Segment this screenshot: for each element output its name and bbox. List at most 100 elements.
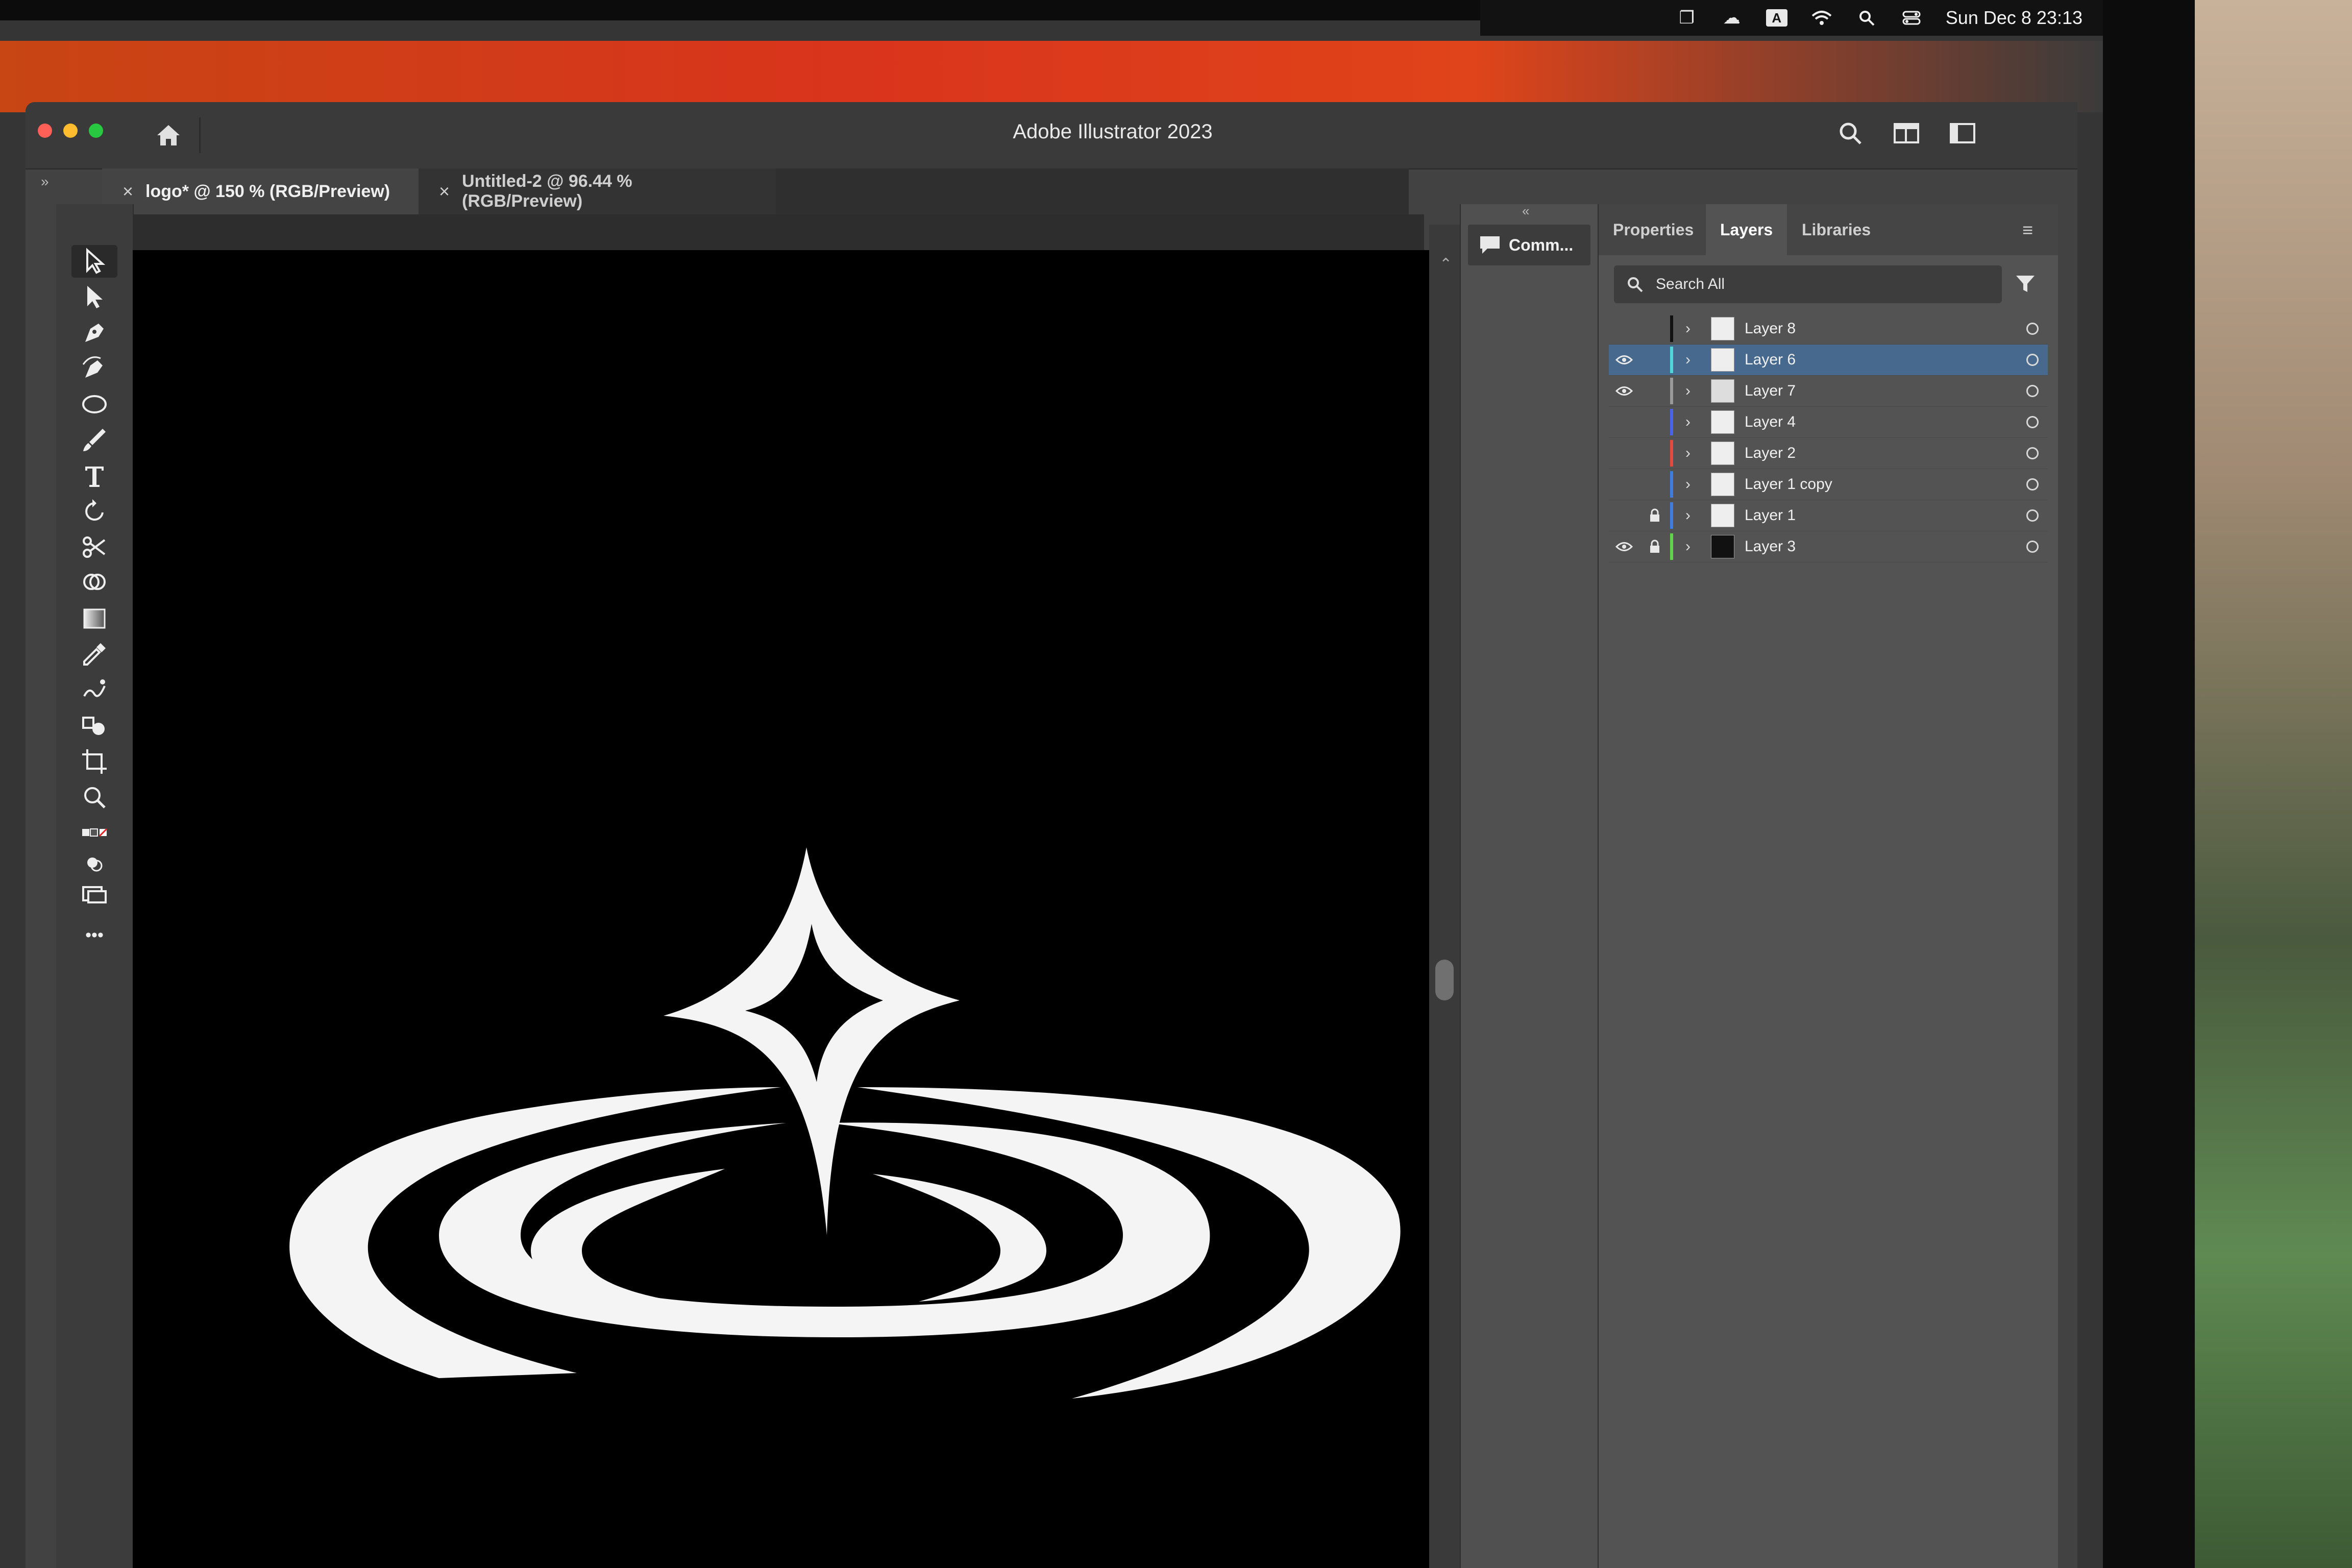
layer-name[interactable]: Layer 4	[1745, 413, 2017, 431]
chevron-right-icon[interactable]: ›	[1685, 507, 1706, 524]
layer-color-swatch	[1670, 315, 1673, 342]
rectangle-tool-button[interactable]	[71, 602, 117, 635]
layer-row[interactable]: › Layer 8	[1609, 313, 2048, 345]
visibility-toggle[interactable]	[1609, 541, 1639, 552]
expand-dock-icon[interactable]: «	[1522, 203, 1529, 219]
target-toggle[interactable]	[2017, 385, 2048, 397]
minimize-window-button[interactable]	[63, 124, 78, 138]
eye-icon	[1615, 542, 1633, 551]
target-toggle[interactable]	[2017, 478, 2048, 491]
close-tab-icon[interactable]: ×	[439, 181, 450, 202]
vertical-scrollbar[interactable]: ⌃	[1429, 225, 1460, 1568]
rotate-tool-button[interactable]	[71, 495, 117, 528]
filter-icon	[2016, 276, 2035, 292]
ellipse-tool-button[interactable]	[71, 388, 117, 421]
search-button[interactable]	[1832, 115, 1868, 151]
tab-untitled-2[interactable]: × Untitled-2 @ 96.44 % (RGB/Preview)	[419, 168, 776, 214]
layer-row[interactable]: › Layer 3	[1609, 531, 2048, 562]
input-source-icon[interactable]: A	[1766, 9, 1787, 27]
layer-name[interactable]: Layer 8	[1745, 320, 2017, 337]
layer-row[interactable]: › Layer 1 copy	[1609, 469, 2048, 500]
wifi-icon[interactable]	[1811, 9, 1832, 27]
pen-tool-button[interactable]	[71, 316, 117, 349]
draw-mode-button[interactable]	[71, 847, 117, 880]
selection-tool-button[interactable]	[71, 245, 117, 278]
layer-name[interactable]: Layer 1	[1745, 507, 2017, 524]
layer-search-input[interactable]: Search All	[1614, 265, 2002, 303]
direct-selection-tool-button[interactable]	[71, 281, 117, 313]
scrollbar-thumb[interactable]	[1435, 960, 1454, 1000]
chevron-right-icon[interactable]: ›	[1685, 476, 1706, 493]
screen-mode-button[interactable]	[71, 878, 117, 911]
target-toggle[interactable]	[2017, 509, 2048, 522]
layer-row[interactable]: › Layer 4	[1609, 407, 2048, 438]
close-tab-icon[interactable]: ×	[122, 181, 133, 202]
target-toggle[interactable]	[2017, 541, 2048, 553]
target-toggle[interactable]	[2017, 354, 2048, 366]
chevron-right-icon[interactable]: ›	[1685, 351, 1706, 369]
layer-name[interactable]: Layer 7	[1745, 382, 2017, 400]
chevron-right-icon[interactable]: ›	[1685, 538, 1706, 555]
panel-menu-icon[interactable]: ≡	[2022, 219, 2033, 241]
type-tool-button[interactable]	[71, 459, 117, 492]
visibility-toggle[interactable]	[1609, 385, 1639, 397]
artboard[interactable]	[133, 250, 1429, 1568]
layer-name[interactable]: Layer 6	[1745, 351, 2017, 369]
layer-row[interactable]: › Layer 6	[1609, 345, 2048, 376]
spotlight-search-icon[interactable]	[1856, 9, 1877, 27]
search-icon	[1628, 277, 1643, 292]
control-center-icon[interactable]	[1901, 9, 1922, 27]
target-toggle[interactable]	[2017, 447, 2048, 459]
lock-toggle[interactable]	[1639, 540, 1670, 554]
layer-name[interactable]: Layer 1 copy	[1745, 476, 2017, 493]
scissors-tool-button[interactable]	[71, 531, 117, 564]
filter-layers-button[interactable]	[2011, 270, 2040, 298]
tab-label: logo* @ 150 % (RGB/Preview)	[145, 181, 390, 201]
chevron-right-icon[interactable]: ›	[1685, 445, 1706, 462]
creative-cloud-icon[interactable]: ☁	[1721, 8, 1743, 28]
lock-toggle[interactable]	[1639, 508, 1670, 523]
fill-stroke-swatch[interactable]	[71, 817, 117, 849]
curvature-tool-button[interactable]	[71, 352, 117, 385]
layer-name[interactable]: Layer 2	[1745, 445, 2017, 462]
selection-tool-icon	[86, 248, 106, 274]
tab-properties[interactable]: Properties	[1599, 204, 1708, 255]
workspace-switcher-button[interactable]	[1945, 115, 1980, 151]
zoom-tool-button[interactable]	[71, 781, 117, 814]
arrange-documents-button[interactable]	[1889, 115, 1924, 151]
visibility-toggle[interactable]	[1609, 354, 1639, 365]
blend-tool-button[interactable]	[71, 709, 117, 742]
chevron-right-icon[interactable]: ›	[1685, 382, 1706, 400]
puppet-warp-tool-button[interactable]	[71, 674, 117, 706]
scroll-up-icon[interactable]: ⌃	[1439, 255, 1452, 273]
window-stack-icon[interactable]: ❐	[1676, 8, 1698, 28]
layer-row[interactable]: › Layer 2	[1609, 438, 2048, 469]
layer-name[interactable]: Layer 3	[1745, 538, 2017, 555]
close-window-button[interactable]	[38, 124, 52, 138]
home-button[interactable]	[148, 117, 189, 153]
canvas-area[interactable]	[133, 214, 1429, 1568]
tab-logo[interactable]: × logo* @ 150 % (RGB/Preview)	[102, 168, 419, 214]
eyedropper-tool-button[interactable]	[71, 638, 117, 671]
menubar-clock[interactable]: Sun Dec 8 23:13	[1946, 7, 2082, 29]
pen-tool-icon	[85, 324, 104, 342]
maximize-window-button[interactable]	[89, 124, 103, 138]
chevron-right-icon[interactable]: ›	[1685, 413, 1706, 431]
comments-panel-button[interactable]: Comm...	[1468, 225, 1590, 265]
layer-thumbnail	[1711, 504, 1734, 527]
collapse-toolbar-icon[interactable]: »	[41, 174, 49, 190]
target-toggle[interactable]	[2017, 323, 2048, 335]
logo-artwork[interactable]	[245, 847, 1419, 1511]
chevron-right-icon[interactable]: ›	[1685, 320, 1706, 337]
target-toggle[interactable]	[2017, 416, 2048, 428]
tab-libraries[interactable]: Libraries	[1787, 204, 1885, 255]
shape-builder-tool-button[interactable]	[71, 567, 117, 599]
more-tools-button[interactable]: •••	[71, 919, 117, 951]
curvature-tool-icon	[82, 356, 103, 378]
layer-row[interactable]: › Layer 7	[1609, 376, 2048, 407]
layer-row[interactable]: › Layer 1	[1609, 500, 2048, 531]
direct-selection-tool-icon	[87, 286, 103, 308]
artboard-tool-button[interactable]	[71, 745, 117, 778]
tab-layers[interactable]: Layers	[1706, 204, 1787, 255]
paintbrush-tool-button[interactable]	[71, 424, 117, 456]
